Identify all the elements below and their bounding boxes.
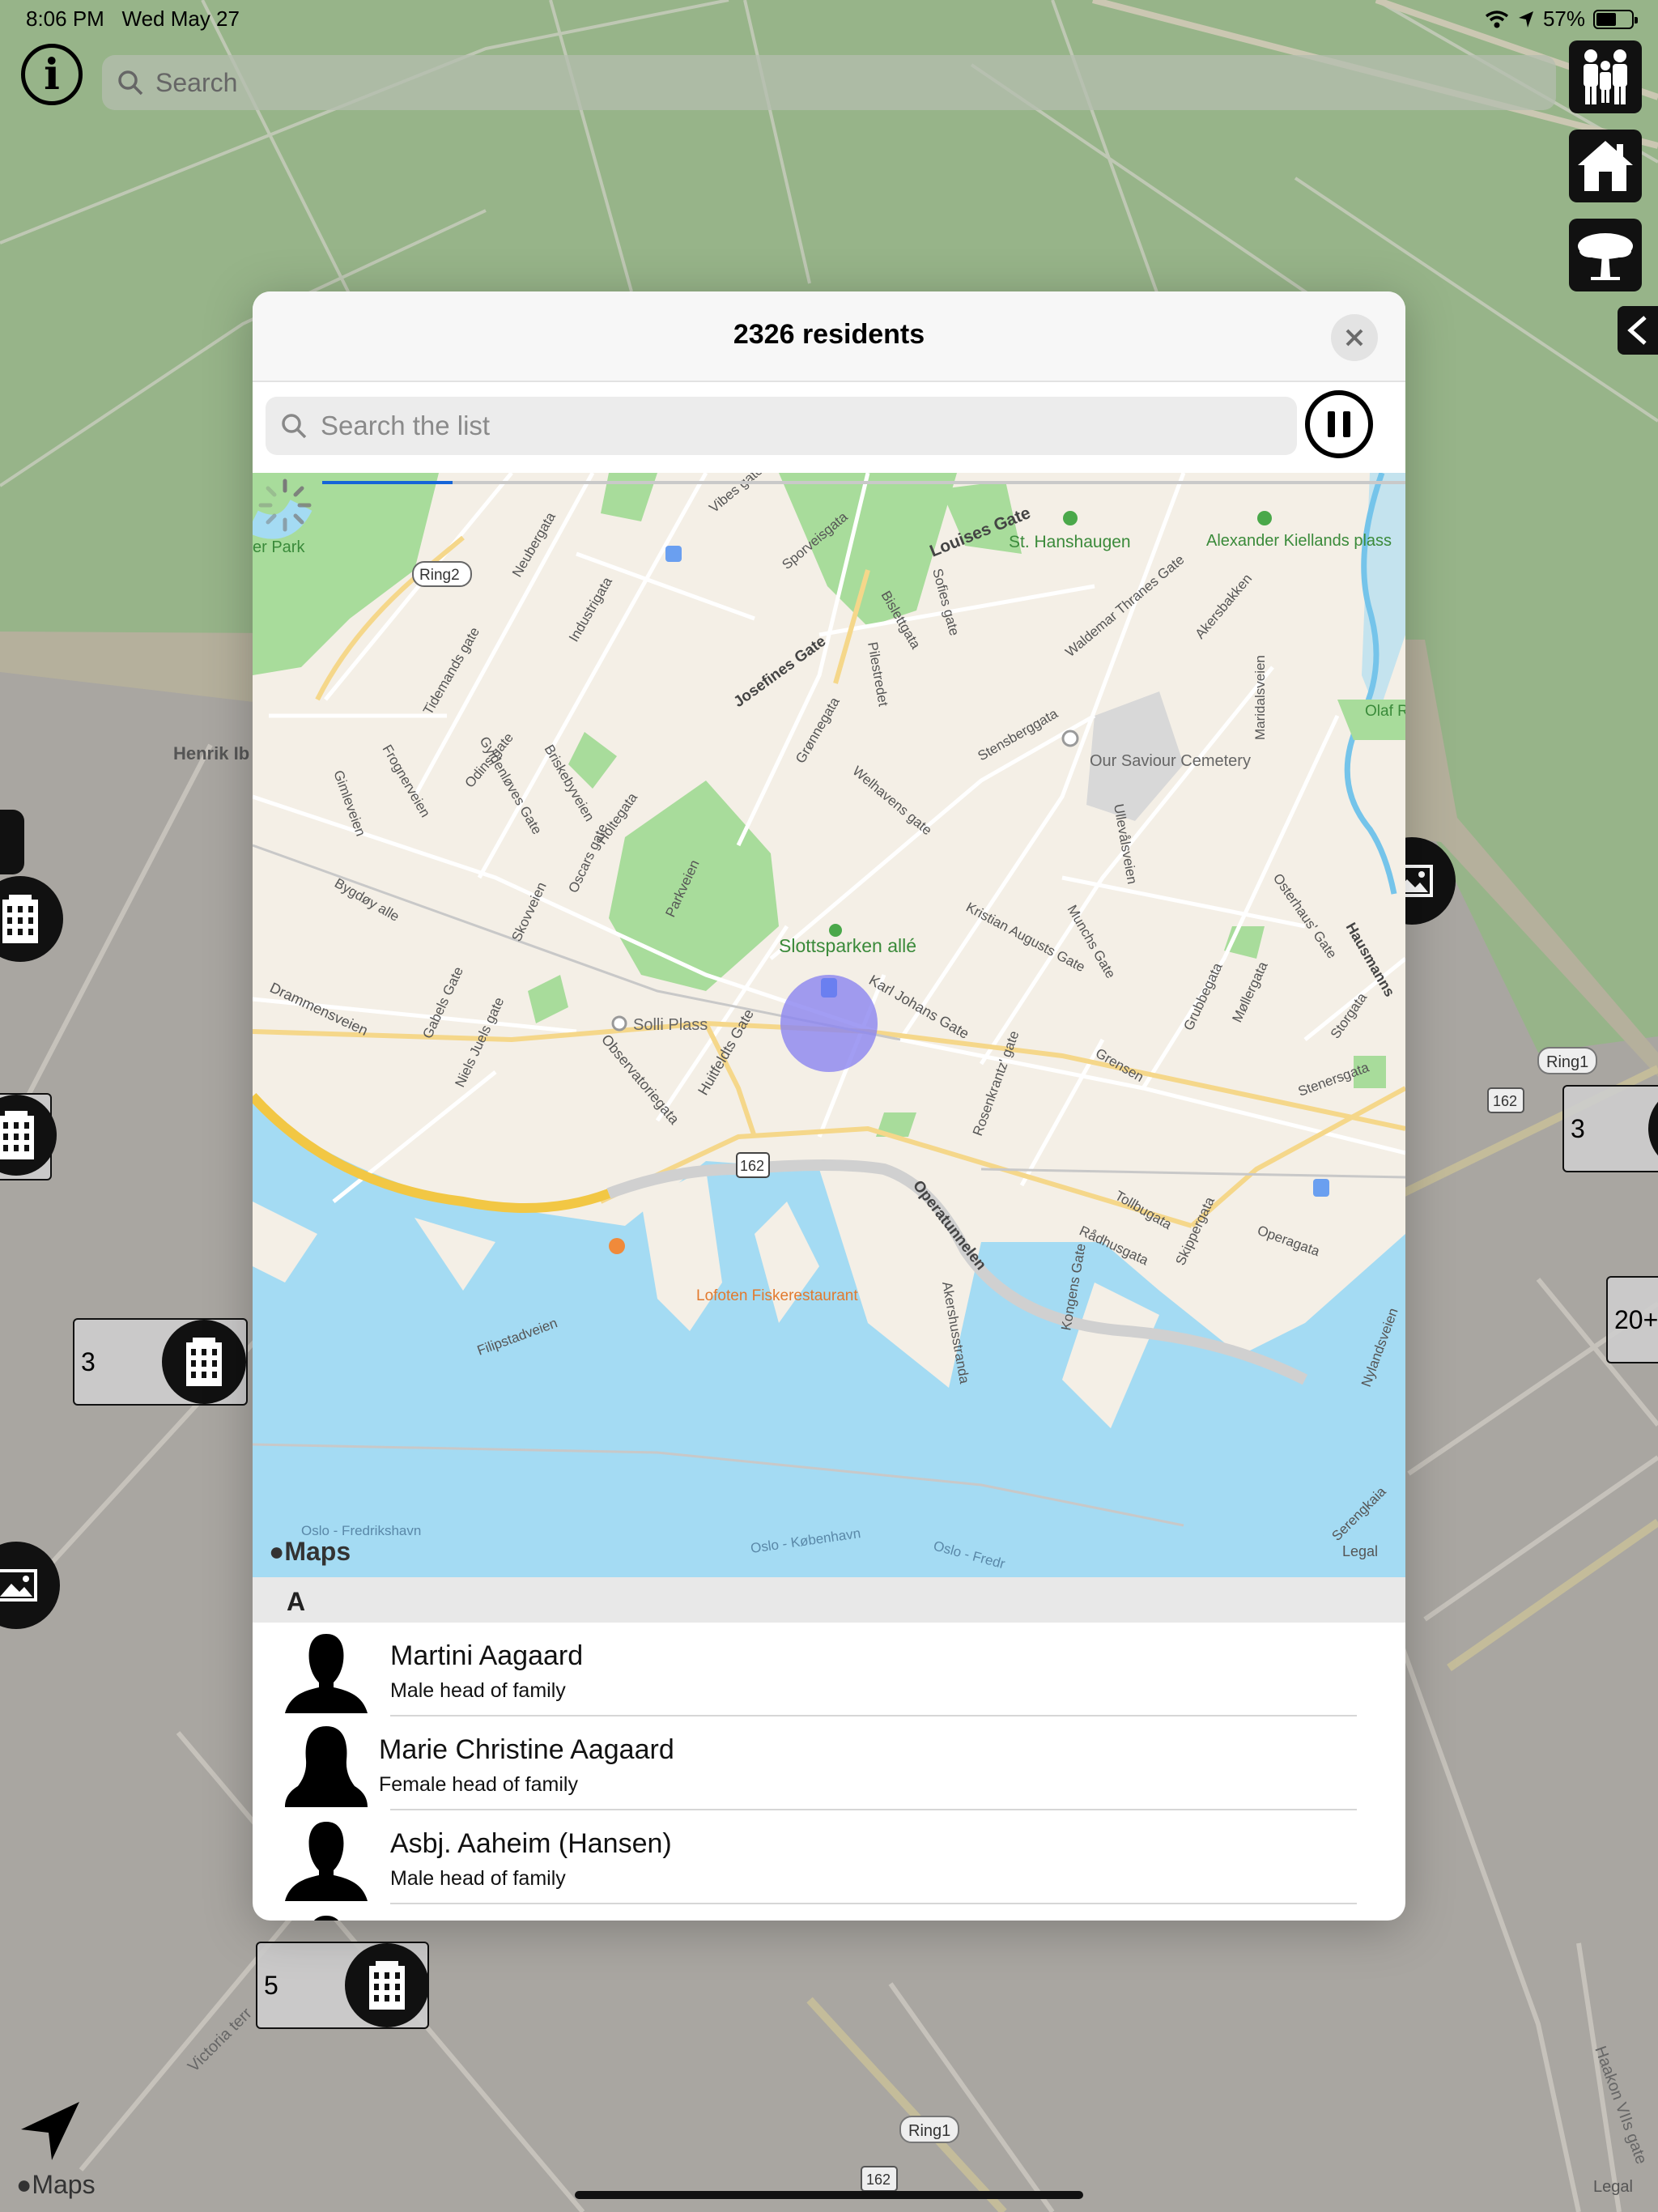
collapse-panel-button[interactable] <box>1618 306 1658 355</box>
cluster-count: 5 <box>264 1970 278 2000</box>
bg-label-162-bottom: 162 <box>866 2172 891 2188</box>
building-icon <box>369 1961 405 2010</box>
chevron-left-icon <box>1627 316 1647 345</box>
list-item[interactable]: Marie Christine Aagaard Female head of f… <box>253 1716 1405 1810</box>
map-label-cemetery: Our Saviour Cemetery <box>1090 752 1251 770</box>
map-label-maridalsveien: Maridalsveien <box>1252 655 1268 740</box>
status-bar: 8:06 PM Wed May 27 57% <box>0 0 1658 39</box>
legal-link[interactable]: Legal <box>1342 1543 1378 1560</box>
bg-label-162: 162 <box>1493 1093 1517 1109</box>
resident-name: Asbj. Aaheim (Hansen) <box>390 1828 672 1859</box>
location-arrow-icon <box>21 2102 79 2160</box>
search-icon <box>118 70 143 96</box>
cluster-count: 3 <box>1571 1113 1585 1143</box>
resident-role: Female head of family <box>379 1773 578 1796</box>
photo-icon <box>0 1569 37 1602</box>
building-icon <box>2 895 38 943</box>
cluster-count: 20+ <box>1614 1304 1658 1334</box>
status-right: 57% <box>1485 6 1638 32</box>
male-silhouette-icon <box>285 1822 368 1901</box>
pause-icon <box>1328 411 1335 437</box>
residents-list[interactable]: Martini Aagaard Male head of family Mari… <box>253 1623 1405 1921</box>
apple-logo-icon: ● <box>16 2170 32 2199</box>
home-indicator[interactable] <box>575 2191 1083 2199</box>
bg-label-henrik: Henrik Ib <box>173 743 249 764</box>
battery-icon <box>1593 9 1638 29</box>
tree-icon <box>1578 233 1633 280</box>
resident-role: Male head of family <box>390 1679 566 1702</box>
male-silhouette-icon <box>314 1916 338 1921</box>
people-icon <box>1584 49 1627 104</box>
close-icon <box>1346 329 1363 347</box>
family-tree-button[interactable] <box>1569 219 1642 291</box>
map-search-bar[interactable] <box>102 55 1556 110</box>
battery-fill <box>1596 12 1616 26</box>
map-label-hanshaugen: St. Hanshaugen <box>1009 533 1131 551</box>
resident-name: Marie Christine Aagaard <box>379 1734 674 1765</box>
building-icon <box>186 1338 222 1386</box>
cluster-marker-20plus[interactable]: 20+ <box>1606 1276 1658 1363</box>
close-button[interactable] <box>1331 314 1378 361</box>
bg-label-ring1-bottom: Ring1 <box>908 2122 950 2140</box>
loading-progress-bar <box>322 481 1405 484</box>
info-icon: i <box>44 49 60 100</box>
map-label-162: 162 <box>740 1158 764 1174</box>
male-silhouette-icon <box>285 1634 368 1713</box>
home-button[interactable] <box>1569 130 1642 202</box>
building-marker[interactable] <box>162 1320 246 1404</box>
bg-label-ring1: Ring1 <box>1546 1053 1588 1071</box>
map-label-lofoten: Lofoten Fiskerestaurant <box>696 1287 858 1304</box>
list-item-partial[interactable] <box>253 1904 1405 1921</box>
maps-logo: ●Maps <box>269 1537 351 1566</box>
maps-logo-bottom: ●Maps <box>16 2170 96 2199</box>
map-label-solli: Solli Plass <box>633 1016 708 1034</box>
cluster-marker-3-right[interactable]: 3 <box>1562 1085 1658 1172</box>
pause-button[interactable] <box>1305 390 1373 458</box>
section-letter: A <box>287 1587 306 1616</box>
modal-header: 2326 residents <box>253 291 1405 382</box>
map-label-ring2: Ring2 <box>419 567 460 584</box>
modal-title: 2326 residents <box>733 319 925 350</box>
residents-map[interactable]: er Park Ring2 Louises Gate St. Hanshauge… <box>253 473 1405 1577</box>
current-location-button[interactable] <box>16 2097 84 2165</box>
cluster-count: 3 <box>81 1346 96 1376</box>
wifi-icon <box>1485 10 1509 28</box>
apple-logo-icon: ● <box>269 1537 285 1566</box>
status-time: 8:06 PM Wed May 27 <box>26 6 240 31</box>
partial-marker-left[interactable] <box>0 810 24 874</box>
list-item[interactable]: Martini Aagaard Male head of family <box>253 1623 1405 1716</box>
list-search-input[interactable] <box>321 410 1211 441</box>
map-canvas[interactable]: er Park Ring2 Louises Gate St. Hanshauge… <box>253 473 1405 1577</box>
people-button[interactable] <box>1569 40 1642 113</box>
map-search-input[interactable] <box>155 67 1451 98</box>
search-icon <box>282 414 307 439</box>
residents-modal: 2326 residents Search the list er Park R… <box>253 291 1405 1921</box>
house-icon <box>1578 141 1633 191</box>
resident-name: Martini Aagaard <box>390 1640 584 1671</box>
section-header: A <box>253 1577 1405 1623</box>
loading-spinner-icon <box>258 479 312 532</box>
building-marker-bottom[interactable] <box>345 1943 429 2027</box>
female-silhouette-icon <box>285 1726 368 1807</box>
location-arrow-icon <box>1518 11 1533 28</box>
map-label-alexander: Alexander Kiellands plass <box>1206 532 1392 550</box>
building-icon <box>0 1111 34 1159</box>
map-label-slottsparken: Slottsparken allé <box>779 935 916 956</box>
list-item[interactable]: Asbj. Aaheim (Hansen) Male head of famil… <box>253 1810 1405 1904</box>
map-label-olaf: Olaf R <box>1365 703 1405 720</box>
loading-progress-fill <box>322 481 453 484</box>
info-button[interactable]: i <box>21 44 83 105</box>
battery-percent: 57% <box>1542 6 1585 31</box>
legal-link-bottom[interactable]: Legal <box>1593 2178 1633 2197</box>
resident-role: Male head of family <box>390 1867 566 1890</box>
map-label-park: er Park <box>253 538 305 556</box>
list-search-bar[interactable] <box>266 397 1297 455</box>
